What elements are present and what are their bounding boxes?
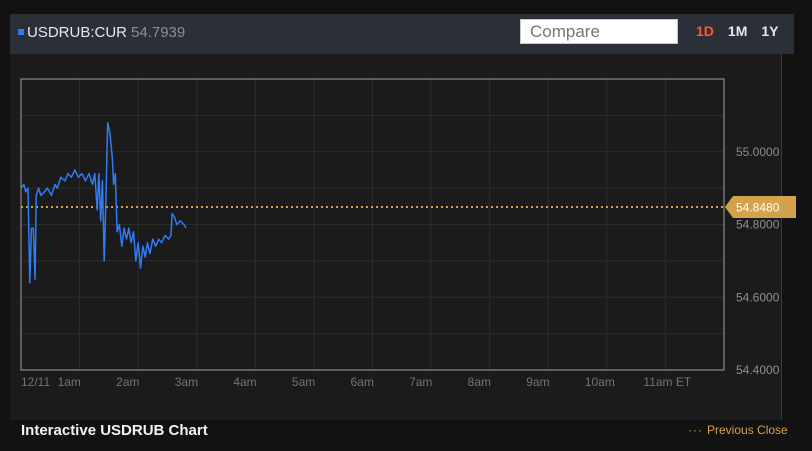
x-tick-label: 6am <box>351 375 374 389</box>
previous-close-legend-label: Previous Close <box>707 423 788 437</box>
y-tick-label: 54.6000 <box>736 290 780 304</box>
x-tick-label: 12/11 <box>21 375 50 389</box>
x-tick-label: 7am <box>409 375 432 389</box>
y-tick-label: 54.4000 <box>736 363 780 377</box>
chart-title: Interactive USDRUB Chart <box>21 422 208 439</box>
y-tick-label: 54.8000 <box>736 218 780 232</box>
previous-close-legend: ··· Previous Close <box>688 423 788 437</box>
x-tick-label: 11am ET <box>643 375 691 389</box>
y-tick-label: 55.0000 <box>736 145 780 159</box>
x-tick-label: 3am <box>175 375 198 389</box>
x-tick-label: 10am <box>585 375 615 389</box>
x-tick-label: 5am <box>292 375 315 389</box>
x-tick-label: 2am <box>116 375 139 389</box>
previous-close-tag-label: 54.8480 <box>736 201 780 215</box>
x-tick-label: 1am <box>58 375 81 389</box>
x-tick-label: 4am <box>233 375 256 389</box>
x-tick-label: 9am <box>526 375 549 389</box>
x-tick-label: 8am <box>468 375 491 389</box>
line-chart[interactable]: 12/11 1am 2am 3am 4am 5am 6am 7am 8am 9am 10am 11am… <box>0 0 812 451</box>
previous-close-legend-swatch: ··· <box>688 423 703 437</box>
